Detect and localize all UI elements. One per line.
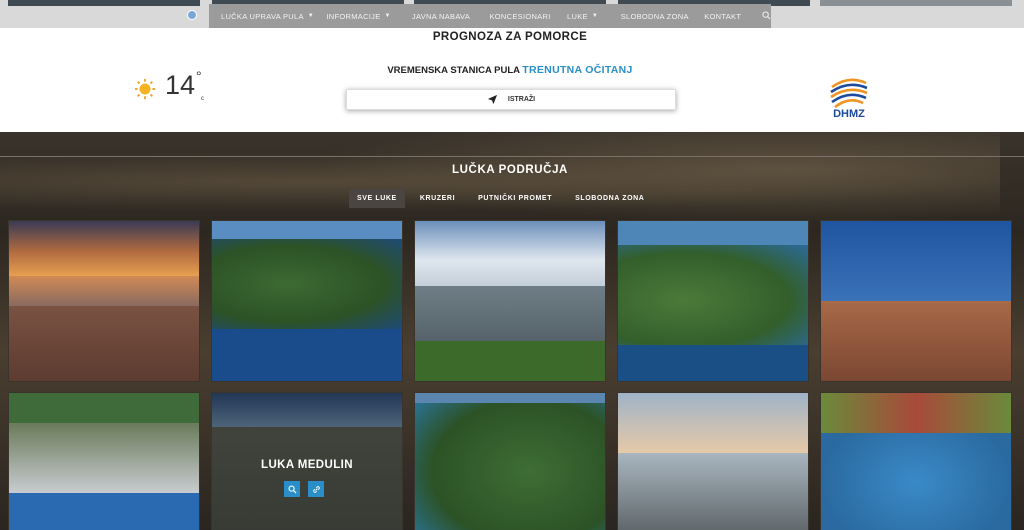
zoom-button[interactable] [284,481,300,497]
filter-sve-luke[interactable]: SVE LUKE [349,189,405,208]
link-button[interactable] [308,481,324,497]
gallery-tile[interactable] [414,392,606,530]
paper-plane-icon [487,94,497,105]
weather-panel: PROGNOZA ZA POMORCE 14 ° c VREMENSKA STA… [0,28,1024,132]
gallery-tile[interactable] [820,392,1012,530]
filter-putnicki-promet[interactable]: PUTNIČKI PROMET [470,189,560,208]
zoom-icon [288,485,297,494]
section-divider [0,156,1024,157]
port-areas-section: LUČKA PODRUČJA SVE LUKE KRUZERI PUTNIČKI… [0,132,1024,530]
dhmz-logo-text: DHMZ [833,108,865,120]
nav-item-informacije[interactable]: INFORMACIJE ▼ [326,12,412,21]
partial-thumbnail[interactable] [820,0,1012,6]
search-icon[interactable] [762,10,771,22]
explore-button[interactable]: ISTRAŽI [346,89,676,110]
station-name: VREMENSKA STANICA PULA [387,65,520,76]
gallery-tile[interactable] [8,220,200,382]
gallery-tile[interactable] [617,392,809,530]
chevron-down-icon: ▼ [384,13,391,19]
gallery-tile[interactable] [211,220,403,382]
nav-item-luke[interactable]: LUKE ▼ [567,12,621,21]
nav-item-koncesionari[interactable]: KONCESIONARI [489,12,567,21]
gallery-tile[interactable] [820,220,1012,382]
sun-icon [134,78,156,100]
link-icon [312,485,320,493]
gallery-tile-hovered[interactable]: LUKA MEDULIN [211,392,403,530]
temperature-unit: c [201,96,204,102]
station-reading-link[interactable]: TRENUTNA OČITANJ [522,64,632,76]
weather-title: PROGNOZA ZA POMORCE [432,31,588,43]
location-icon[interactable] [187,10,197,20]
tile-label: LUKA MEDULIN [261,459,353,471]
chevron-down-icon: ▼ [591,13,599,19]
filter-kruzeri[interactable]: KRUZERI [412,189,463,208]
gallery-tile[interactable] [617,220,809,382]
tile-actions [284,481,332,497]
background-photo-sea [300,132,1000,222]
gallery-tile[interactable] [8,392,200,530]
nav-item-lucka-uprava[interactable]: LUČKA UPRAVA PULA ▼ [221,12,326,21]
section-title: LUČKA PODRUČJA [452,164,568,176]
chevron-down-icon: ▼ [307,13,315,19]
nav-item-slobodna-zona[interactable]: SLOBODNA ZONA [621,12,705,21]
nav-item-javna-nabava[interactable]: JAVNA NABAVA [412,12,490,21]
nav-item-kontakt[interactable]: KONTAKT [704,12,744,21]
partial-thumbnail[interactable] [8,0,200,6]
filter-slobodna-zona[interactable]: SLOBODNA ZONA [567,189,652,208]
filter-bar: SVE LUKE KRUZERI PUTNIČKI PROMET SLOBODN… [349,189,659,208]
explore-button-label: ISTRAŽI [507,96,536,103]
gallery-tile[interactable] [414,220,606,382]
main-nav: LUČKA UPRAVA PULA ▼ INFORMACIJE ▼ JAVNA NA… [209,4,771,28]
